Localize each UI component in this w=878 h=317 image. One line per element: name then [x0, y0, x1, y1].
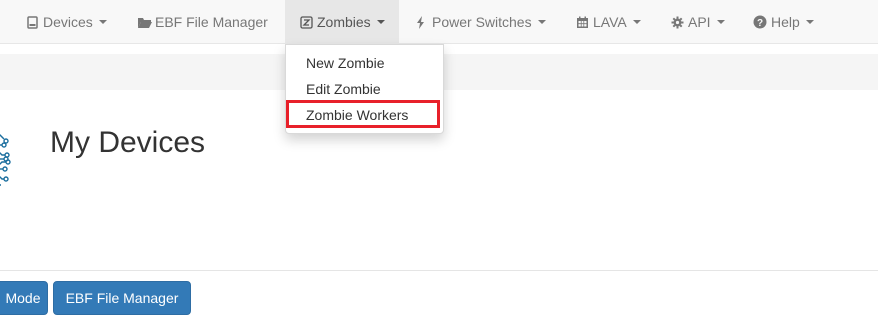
nav-devices[interactable]: Devices [25, 0, 107, 44]
nav-help-label: Help [771, 14, 800, 30]
nav-zombies-label: Zombies [317, 14, 371, 30]
nav-help[interactable]: ? Help [753, 0, 814, 44]
nav-lava[interactable]: LAVA [575, 0, 641, 44]
hdd-icon [25, 15, 39, 29]
menu-item-edit-zombie[interactable]: Edit Zombie [286, 76, 443, 102]
nav-api-label: API [688, 14, 711, 30]
mode-button[interactable]: Mode [0, 281, 48, 315]
chevron-down-icon [376, 20, 385, 24]
menu-item-zombie-workers[interactable]: Zombie Workers [286, 102, 443, 128]
menu-item-new-zombie[interactable]: New Zombie [286, 50, 443, 76]
top-navbar: Devices EBF File Manager Zombies Power S… [0, 0, 878, 44]
section-divider [0, 270, 878, 271]
nav-zombies[interactable]: Zombies [285, 0, 399, 44]
zombies-dropdown-menu: New Zombie Edit Zombie Zombie Workers [285, 44, 444, 134]
nav-lava-label: LAVA [593, 14, 627, 30]
flash-icon [414, 15, 428, 29]
nav-power-switches-label: Power Switches [432, 14, 532, 30]
circuit-chip-icon [0, 134, 11, 186]
nav-devices-label: Devices [43, 14, 93, 30]
chevron-down-icon [632, 20, 641, 24]
svg-text:?: ? [757, 18, 763, 29]
nav-ebf-label: EBF File Manager [155, 14, 268, 30]
nav-power-switches[interactable]: Power Switches [414, 0, 546, 44]
nav-api[interactable]: API [670, 0, 725, 44]
chevron-down-icon [98, 20, 107, 24]
folder-open-icon [137, 15, 153, 29]
chevron-down-icon [716, 20, 725, 24]
ebf-file-manager-button[interactable]: EBF File Manager [53, 281, 191, 315]
cog-icon [670, 15, 684, 29]
nav-ebf-file-manager[interactable]: EBF File Manager [137, 0, 268, 44]
page-title: My Devices [50, 126, 206, 159]
chevron-down-icon [537, 20, 546, 24]
question-sign-icon: ? [753, 15, 767, 29]
chevron-down-icon [805, 20, 814, 24]
calendar-icon [575, 15, 589, 29]
zombie-logo-icon [299, 15, 313, 29]
